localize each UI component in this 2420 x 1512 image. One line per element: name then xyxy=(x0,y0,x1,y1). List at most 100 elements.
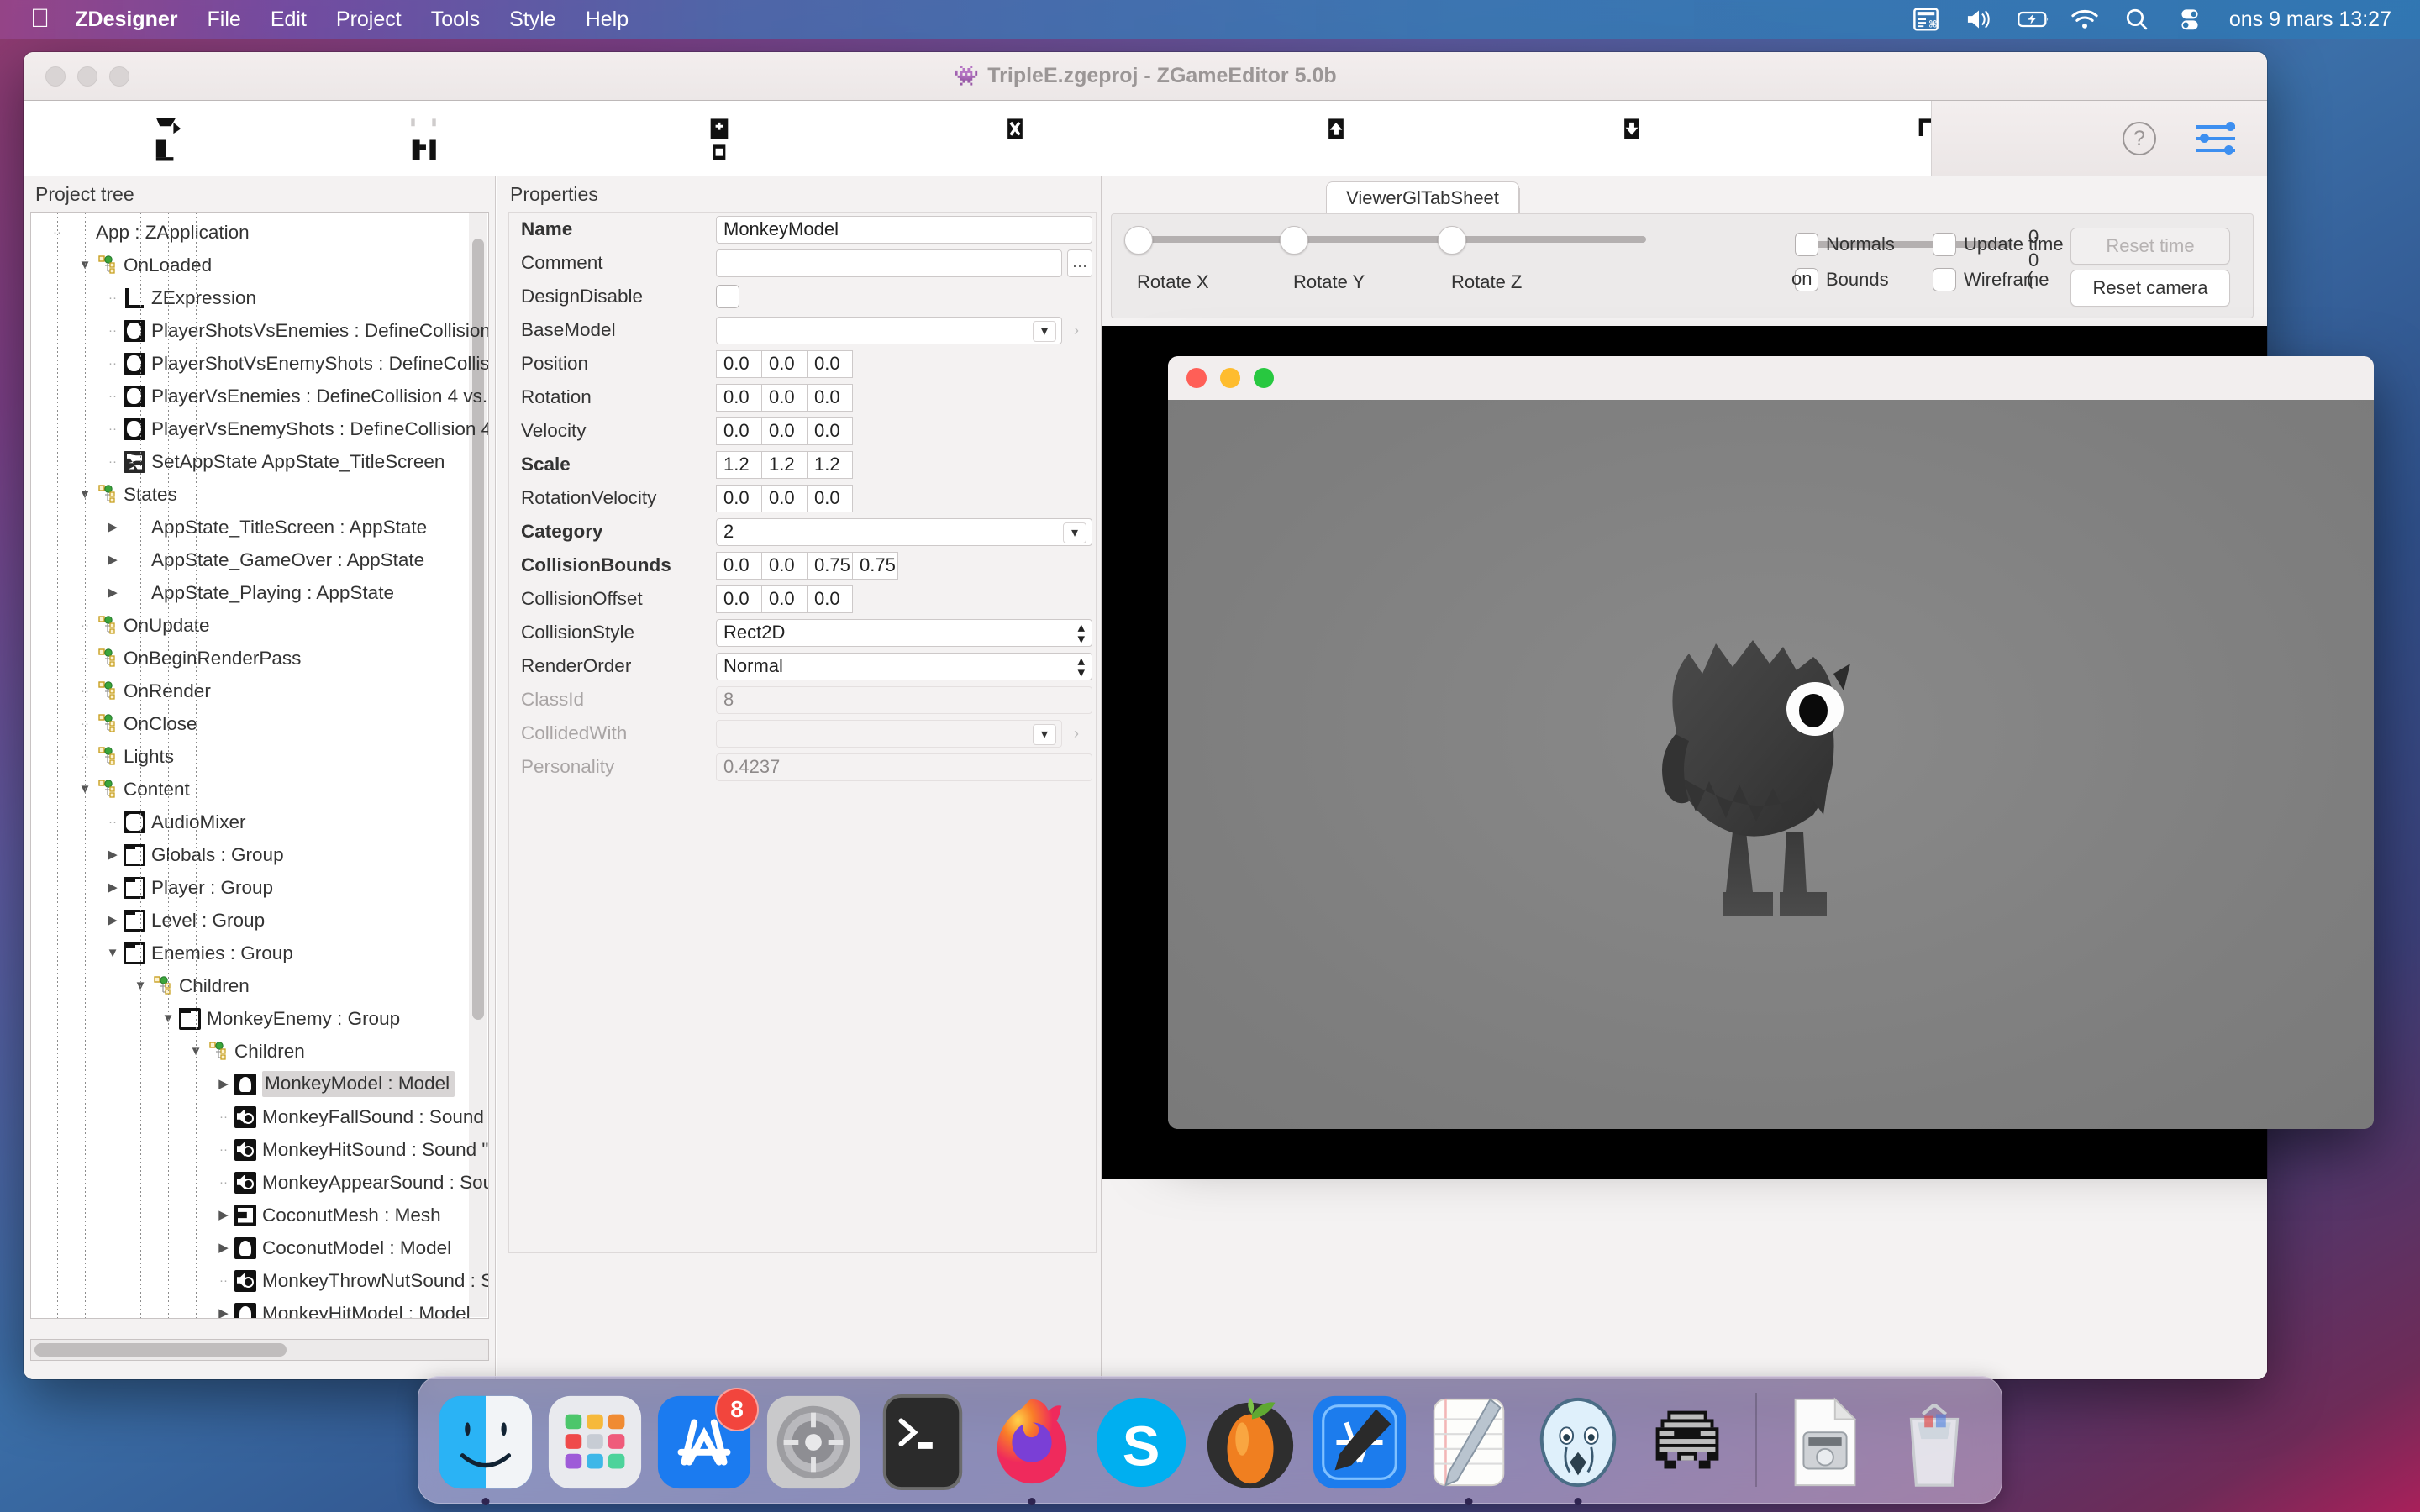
tree-row[interactable]: ▶Globals : Group xyxy=(31,838,488,871)
disclosure-closed-icon[interactable]: ▶ xyxy=(216,1208,231,1223)
dock-item-gimp[interactable] xyxy=(1528,1393,1628,1505)
preview-titlebar[interactable] xyxy=(1168,356,2374,400)
property-collidedwith-goto-button[interactable]: › xyxy=(1065,720,1087,748)
dock-item-disk-image[interactable] xyxy=(1776,1393,1875,1492)
property-name-field[interactable]: MonkeyModel xyxy=(716,215,1092,244)
open-project-icon[interactable] xyxy=(402,112,445,165)
tree-row[interactable]: ▶ MonkeyModel : Model xyxy=(31,1068,488,1100)
preview-minimize-button[interactable] xyxy=(1220,368,1240,388)
tree-row[interactable]: ··OnBeginRenderPass xyxy=(31,642,488,675)
chevron-down-icon[interactable]: ▾ xyxy=(1033,723,1056,745)
tree-row[interactable]: ·· MonkeyThrowNutSound : So xyxy=(31,1264,488,1297)
dock-item-trash[interactable] xyxy=(1885,1393,1984,1492)
tree-row[interactable]: ··OnUpdate xyxy=(31,609,488,642)
tree-row[interactable]: ··PlayerShotVsEnemyShots : DefineCollisi… xyxy=(31,347,488,380)
tree-row[interactable]: ··Lights xyxy=(31,740,488,773)
menu-item-tools[interactable]: Tools xyxy=(431,8,480,32)
property-comment-field[interactable] xyxy=(716,249,1062,277)
chevron-down-icon[interactable]: ▾ xyxy=(1063,522,1086,543)
property-renderorder-select[interactable]: Normal ▴ ▾ xyxy=(716,652,1092,680)
property-rotationvelocity-field-2[interactable]: 0.0 xyxy=(807,484,853,512)
normals-checkbox[interactable] xyxy=(1795,233,1818,256)
property-comment-more-button[interactable]: … xyxy=(1067,249,1092,277)
property-rotationvelocity-field-0[interactable]: 0.0 xyxy=(716,484,762,512)
tree-row[interactable]: ▶AppState_Playing : AppState xyxy=(31,576,488,609)
tree-row[interactable]: ▼Children xyxy=(31,969,488,1002)
property-collisionbounds-field-2[interactable]: 0.75 xyxy=(807,551,853,580)
property-rotation-field-0[interactable]: 0.0 xyxy=(716,383,762,412)
menu-item-edit[interactable]: Edit xyxy=(271,8,307,32)
property-position-field-2[interactable]: 0.0 xyxy=(807,349,853,378)
dock-item-firefox[interactable] xyxy=(982,1393,1081,1505)
tree-row[interactable]: ··ZExpression xyxy=(31,281,488,314)
move-down-icon[interactable] xyxy=(1610,112,1654,165)
apple-logo-icon[interactable]:  xyxy=(30,5,50,31)
dock-item-finder[interactable] xyxy=(436,1393,535,1505)
tree-row[interactable]: ··SetAppState AppState_TitleScreen xyxy=(31,445,488,478)
property-collisionoffset-field-1[interactable]: 0.0 xyxy=(761,585,808,613)
tree-row[interactable]: ··AudioMixer xyxy=(31,806,488,838)
search-icon[interactable] xyxy=(2123,7,2152,32)
tree-row[interactable]: ▶ MonkeyHitModel : Model xyxy=(31,1297,488,1318)
tree-row[interactable]: ·· MonkeyFallSound : Sound "5 xyxy=(31,1100,488,1133)
move-up-icon[interactable] xyxy=(1314,112,1358,165)
property-collidedwith-combo[interactable]: ▾ xyxy=(716,719,1062,748)
tree-row[interactable]: ·· MonkeyAppearSound : Soun xyxy=(31,1166,488,1199)
property-collisionbounds-field-1[interactable]: 0.0 xyxy=(761,551,808,580)
property-velocity-field-1[interactable]: 0.0 xyxy=(761,417,808,445)
dock-item-app-store[interactable]: 8 xyxy=(655,1388,759,1492)
dock-item-fl-studio[interactable] xyxy=(1201,1393,1300,1492)
chevron-down-icon[interactable]: ▾ xyxy=(1033,320,1056,342)
update-time-checkbox-row[interactable]: Update time xyxy=(1933,233,2064,256)
property-position-field-0[interactable]: 0.0 xyxy=(716,349,762,378)
preview-canvas[interactable] xyxy=(1168,400,2374,1129)
tab-viewergl[interactable]: ViewerGlTabSheet xyxy=(1326,181,1519,213)
property-collisionbounds-field-0[interactable]: 0.0 xyxy=(716,551,762,580)
property-collisionoffset-field-2[interactable]: 0.0 xyxy=(807,585,853,613)
project-tree-box[interactable]: ··App : ZApplication▼OnLoaded··ZExpressi… xyxy=(30,212,489,1319)
property-basemodel-goto-button[interactable]: › xyxy=(1065,317,1087,344)
dock-item-terminal[interactable] xyxy=(873,1393,972,1492)
property-position-field-1[interactable]: 0.0 xyxy=(761,349,808,378)
property-rotation-field-1[interactable]: 0.0 xyxy=(761,383,808,412)
property-basemodel-combo[interactable]: ▾ xyxy=(716,316,1062,344)
disclosure-closed-icon[interactable]: ▶ xyxy=(216,1077,231,1092)
tree-row[interactable]: ··App : ZApplication xyxy=(31,216,488,249)
control-center-icon[interactable] xyxy=(2176,7,2205,32)
tree-row[interactable]: ··PlayerVsEnemyShots : DefineCollision 4 xyxy=(31,412,488,445)
dock-item-skype[interactable]: S xyxy=(1092,1393,1191,1492)
new-project-icon[interactable] xyxy=(148,112,192,165)
rotate-y-slider[interactable] xyxy=(1280,226,1308,255)
tree-row[interactable]: ·· MonkeyHitSound : Sound "24 xyxy=(31,1133,488,1166)
volume-icon[interactable] xyxy=(1965,7,1993,32)
tree-hscroll-thumb[interactable] xyxy=(34,1343,287,1357)
stepper-icon[interactable]: ▴ ▾ xyxy=(1077,620,1085,646)
property-collisionbounds-field-3[interactable]: 0.75 xyxy=(852,551,898,580)
tree-row[interactable]: ··PlayerVsEnemies : DefineCollision 4 vs… xyxy=(31,380,488,412)
tree-row[interactable]: ··PlayerShotsVsEnemies : DefineCollision… xyxy=(31,314,488,347)
property-velocity-field-2[interactable]: 0.0 xyxy=(807,417,853,445)
menu-item-file[interactable]: File xyxy=(208,8,241,32)
model-preview-window[interactable] xyxy=(1168,356,2374,1129)
tree-row[interactable]: ▶AppState_GameOver : AppState xyxy=(31,543,488,576)
reset-camera-button[interactable]: Reset camera xyxy=(2070,270,2230,307)
property-rotation-field-2[interactable]: 0.0 xyxy=(807,383,853,412)
tree-row[interactable]: ▶ CoconutMesh : Mesh xyxy=(31,1199,488,1231)
menu-item-help[interactable]: Help xyxy=(586,8,629,32)
tree-row[interactable]: ▶Level : Group xyxy=(31,904,488,937)
menu-item-project[interactable]: Project xyxy=(336,8,402,32)
update-time-checkbox[interactable] xyxy=(1933,233,1956,256)
property-collisionstyle-select[interactable]: Rect2D ▴ ▾ xyxy=(716,618,1092,647)
delete-component-icon[interactable] xyxy=(993,112,1037,165)
add-component-icon[interactable] xyxy=(697,112,741,165)
reset-time-button[interactable]: Reset time xyxy=(2070,228,2230,265)
property-rotationvelocity-field-1[interactable]: 0.0 xyxy=(761,484,808,512)
stepper-icon[interactable]: ▴ ▾ xyxy=(1077,654,1085,680)
tree-row[interactable]: ▶ CoconutModel : Model xyxy=(31,1231,488,1264)
disclosure-closed-icon[interactable]: ▶ xyxy=(216,1306,231,1318)
tree-row[interactable]: ··OnRender xyxy=(31,675,488,707)
property-scale-field-2[interactable]: 1.2 xyxy=(807,450,853,479)
property-collisionoffset-field-0[interactable]: 0.0 xyxy=(716,585,762,613)
battery-charging-icon[interactable] xyxy=(2018,7,2048,32)
dock-item-notes[interactable] xyxy=(1419,1393,1518,1505)
